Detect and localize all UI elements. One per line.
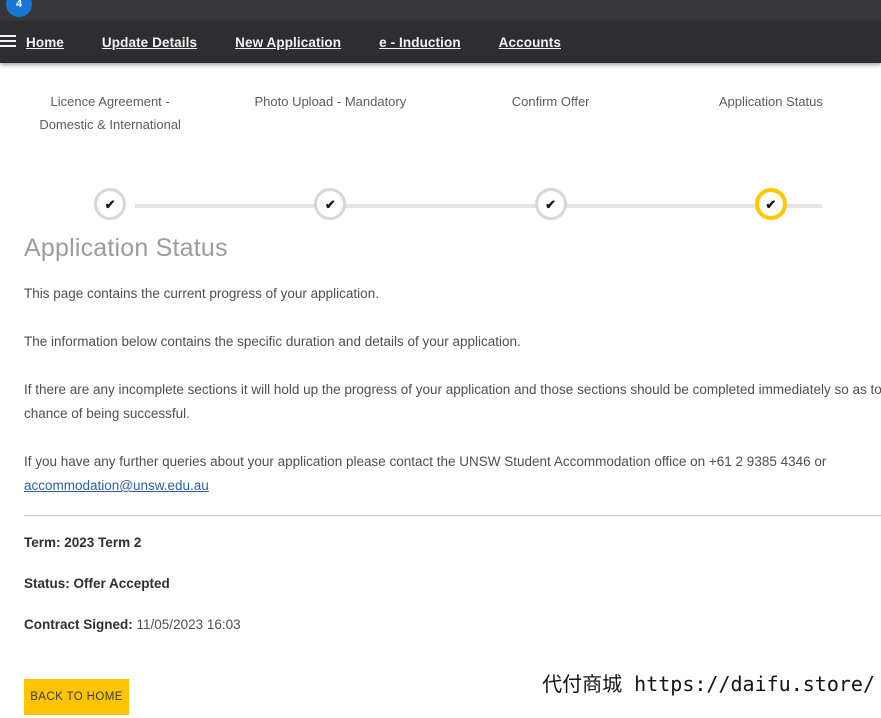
paragraph-duration-details: The information below contains the speci… <box>24 334 521 349</box>
accommodation-email-link[interactable]: accommodation@unsw.edu.au <box>24 478 209 493</box>
back-to-home-button[interactable]: BACK TO HOME <box>24 679 129 715</box>
nav-item-home[interactable]: Home <box>26 35 64 50</box>
detail-value-status: Offer Accepted <box>73 576 170 591</box>
main-navbar: Home Update Details New Application e - … <box>0 21 881 63</box>
step-label-confirm-offer: Confirm Offer <box>511 94 590 109</box>
nav-item-accounts[interactable]: Accounts <box>499 35 561 50</box>
detail-label-contract-signed: Contract Signed: <box>24 617 133 632</box>
section-divider <box>24 515 881 516</box>
stepper-track: ✔ ✔ ✔ ✔ <box>0 188 881 224</box>
step-node-photo-upload[interactable]: ✔ <box>314 188 347 220</box>
step-labels: Licence Agreement - Domestic & Internati… <box>0 91 881 136</box>
check-icon: ✔ <box>104 196 116 212</box>
detail-row-term: Term: 2023 Term 2 <box>0 535 881 550</box>
paragraph-current-progress: This page contains the current progress … <box>24 286 379 301</box>
nav-item-update-details[interactable]: Update Details <box>102 35 197 50</box>
step-node-application-status[interactable]: ✔ <box>754 188 787 220</box>
check-icon: ✔ <box>324 196 336 212</box>
step-label-licence-agreement: Licence Agreement - Domestic & Internati… <box>39 94 181 132</box>
hamburger-bar <box>0 40 16 42</box>
check-icon: ✔ <box>545 196 557 212</box>
detail-label-status: Status: <box>24 576 70 591</box>
step-label-application-status: Application Status <box>718 94 823 109</box>
step-node-cell: ✔ <box>441 188 661 220</box>
nav-item-new-application[interactable]: New Application <box>235 35 341 50</box>
detail-value-contract-signed: 11/05/2023 16:03 <box>136 617 241 632</box>
step-node-cell: ✔ <box>220 188 440 220</box>
hamburger-bar <box>0 35 16 37</box>
progress-stepper: Licence Agreement - Domestic & Internati… <box>0 63 881 228</box>
step-node-licence-agreement[interactable]: ✔ <box>94 188 127 220</box>
nav-item-e-induction[interactable]: e - Induction <box>379 35 461 50</box>
intro-paragraphs: This page contains the current progress … <box>0 268 881 498</box>
stepper-nodes: ✔ ✔ ✔ ✔ <box>0 188 881 220</box>
step-label-photo-upload: Photo Upload - Mandatory <box>254 94 407 109</box>
main-content: Application Status This page contains th… <box>0 228 881 658</box>
paragraph-incomplete-sections: If there are any incomplete sections it … <box>24 382 881 421</box>
top-strip <box>0 0 881 21</box>
check-icon: ✔ <box>765 196 777 212</box>
hamburger-bar <box>0 45 16 47</box>
detail-value-term: 2023 Term 2 <box>64 535 142 550</box>
detail-row-status: Status: Offer Accepted <box>0 576 881 591</box>
step-node-confirm-offer[interactable]: ✔ <box>534 188 567 220</box>
hamburger-menu-icon[interactable] <box>0 35 16 48</box>
step-node-cell: ✔ <box>0 188 220 220</box>
step-node-cell: ✔ <box>661 188 881 220</box>
paragraph-contact-text: If you have any further queries about yo… <box>24 454 827 469</box>
nav-links: Home Update Details New Application e - … <box>26 21 599 63</box>
detail-row-contract-signed: Contract Signed: 11/05/2023 16:03 <box>0 617 881 632</box>
detail-label-term: Term: <box>24 535 61 550</box>
paragraph-contact: If you have any further queries about yo… <box>24 450 881 498</box>
watermark-text: 代付商城 https://daifu.store/ <box>542 672 875 696</box>
page-title: Application Status <box>24 234 228 262</box>
